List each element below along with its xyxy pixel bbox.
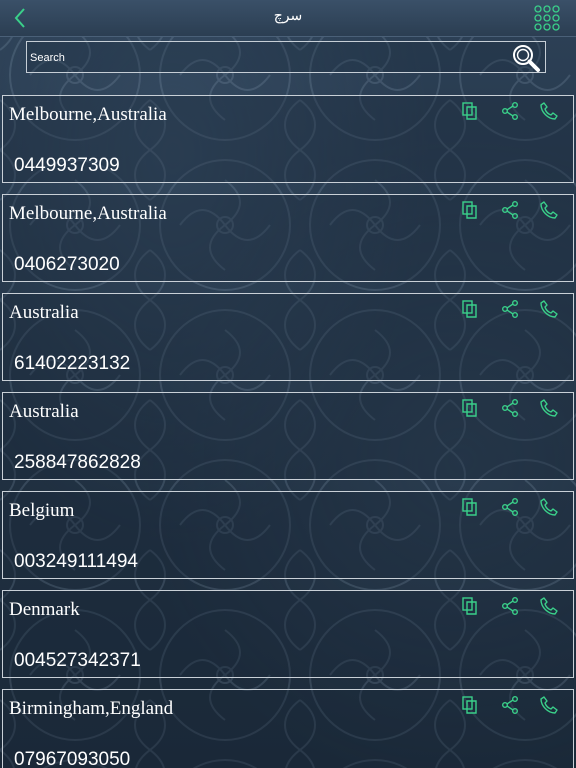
phone-number: 0406273020 <box>14 254 120 275</box>
call-button[interactable] <box>538 397 560 419</box>
share-icon <box>502 597 518 615</box>
list-item[interactable]: Birmingham,England 07967093050 <box>2 689 574 768</box>
call-button[interactable] <box>538 298 560 320</box>
location-label: Birmingham,England <box>9 698 174 719</box>
grid-menu-button[interactable] <box>534 5 560 31</box>
share-button[interactable] <box>499 298 521 320</box>
call-button[interactable] <box>538 694 560 716</box>
share-icon <box>502 201 518 219</box>
phone-icon <box>540 696 558 714</box>
copy-button[interactable] <box>459 496 481 518</box>
location-label: Belgium <box>9 500 75 521</box>
phone-number: 61402223132 <box>14 353 131 374</box>
location-label: Denmark <box>9 599 80 620</box>
copy-icon <box>462 696 477 714</box>
share-button[interactable] <box>499 595 521 617</box>
phone-icon <box>540 399 558 417</box>
call-button[interactable] <box>538 496 560 518</box>
phone-number: 003249111494 <box>14 551 138 572</box>
share-icon <box>502 498 518 516</box>
contact-list: Melbourne,Australia 0449937309 Melbourne… <box>2 95 574 768</box>
copy-button[interactable] <box>459 694 481 716</box>
copy-icon <box>462 102 477 120</box>
copy-icon <box>462 300 477 318</box>
magnifier-icon <box>513 45 540 72</box>
copy-button[interactable] <box>459 199 481 221</box>
list-item[interactable]: Melbourne,Australia 0406273020 <box>2 194 574 282</box>
chevron-left-icon <box>14 8 25 28</box>
call-button[interactable] <box>538 100 560 122</box>
share-button[interactable] <box>499 199 521 221</box>
phone-icon <box>540 498 558 516</box>
copy-icon <box>462 597 477 615</box>
location-label: Australia <box>9 302 79 323</box>
copy-button[interactable] <box>459 298 481 320</box>
phone-icon <box>540 102 558 120</box>
call-button[interactable] <box>538 199 560 221</box>
share-button[interactable] <box>499 100 521 122</box>
copy-icon <box>462 399 477 417</box>
share-button[interactable] <box>499 397 521 419</box>
phone-number: 004527342371 <box>14 650 141 671</box>
list-item[interactable]: Denmark 004527342371 <box>2 590 574 678</box>
location-label: Melbourne,Australia <box>9 203 167 224</box>
copy-button[interactable] <box>459 100 481 122</box>
back-button[interactable] <box>8 5 32 31</box>
phone-icon <box>540 201 558 219</box>
list-item[interactable]: Australia 258847862828 <box>2 392 574 480</box>
list-item[interactable]: Melbourne,Australia 0449937309 <box>2 95 574 183</box>
share-icon <box>502 399 518 417</box>
copy-button[interactable] <box>459 595 481 617</box>
copy-icon <box>462 201 477 219</box>
phone-number: 0449937309 <box>14 155 120 176</box>
search-bar <box>26 41 546 73</box>
share-button[interactable] <box>499 496 521 518</box>
copy-icon <box>462 498 477 516</box>
grid-menu-icon <box>534 5 560 31</box>
share-icon <box>502 696 518 714</box>
phone-number: 07967093050 <box>14 749 131 768</box>
top-bar: سرچ <box>0 0 576 37</box>
search-button[interactable] <box>511 43 541 73</box>
phone-icon <box>540 597 558 615</box>
share-button[interactable] <box>499 694 521 716</box>
search-input[interactable] <box>28 48 502 68</box>
list-item[interactable]: Belgium 003249111494 <box>2 491 574 579</box>
page-title: سرچ <box>273 8 303 24</box>
share-icon <box>502 300 518 318</box>
phone-icon <box>540 300 558 318</box>
copy-button[interactable] <box>459 397 481 419</box>
phone-number: 258847862828 <box>14 452 141 473</box>
location-label: Australia <box>9 401 79 422</box>
call-button[interactable] <box>538 595 560 617</box>
list-item[interactable]: Australia 61402223132 <box>2 293 574 381</box>
location-label: Melbourne,Australia <box>9 104 167 125</box>
share-icon <box>502 102 518 120</box>
